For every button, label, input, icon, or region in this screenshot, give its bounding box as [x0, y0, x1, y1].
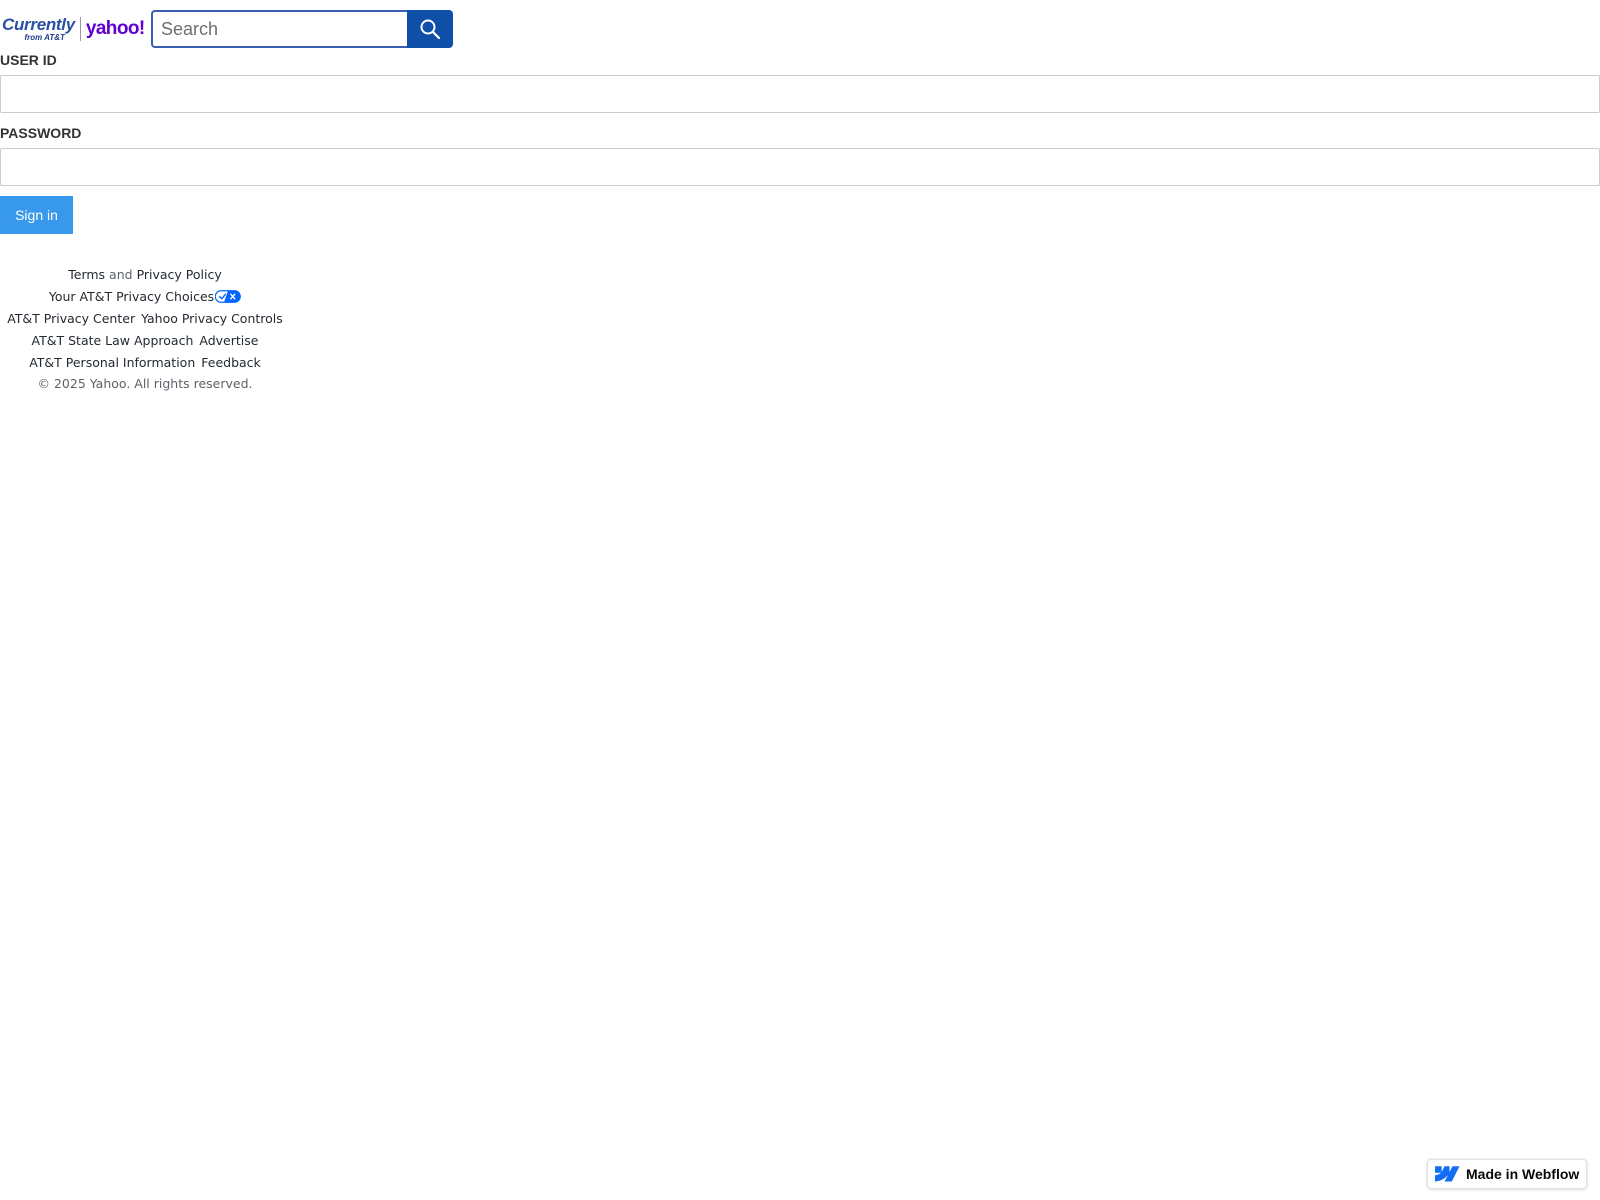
sign-in-button[interactable]: Sign in: [0, 196, 73, 234]
footer-and-text: and: [109, 267, 133, 282]
user-id-input[interactable]: [0, 75, 1600, 113]
search-button[interactable]: [407, 10, 453, 48]
privacy-choices-label: Your AT&T Privacy Choices: [48, 289, 215, 304]
header: Currently from AT&T yahoo!: [0, 0, 1600, 56]
att-state-law-link[interactable]: AT&T State Law Approach: [32, 333, 194, 348]
currently-logo: Currently from AT&T: [2, 16, 75, 42]
currently-logo-text: Currently: [2, 15, 75, 34]
search-bar: [151, 10, 453, 48]
footer-row-terms: Terms and Privacy Policy: [0, 264, 290, 286]
footer-row-personal-info: AT&T Personal Information Feedback: [0, 352, 290, 374]
footer-row-privacy-center: AT&T Privacy Center Yahoo Privacy Control…: [0, 308, 290, 330]
advertise-link[interactable]: Advertise: [199, 333, 258, 348]
privacy-choices-icon: [215, 290, 241, 303]
feedback-link[interactable]: Feedback: [201, 355, 261, 370]
search-input[interactable]: [151, 10, 407, 48]
search-icon: [420, 19, 441, 40]
logo-divider: [79, 17, 81, 41]
footer-row-privacy-choices: Your AT&T Privacy Choices: [0, 286, 290, 308]
terms-link[interactable]: Terms: [68, 267, 105, 282]
att-personal-information-link[interactable]: AT&T Personal Information: [29, 355, 195, 370]
att-privacy-center-link[interactable]: AT&T Privacy Center: [7, 311, 135, 326]
made-in-webflow-badge[interactable]: Made in Webflow: [1427, 1159, 1587, 1189]
yahoo-privacy-controls-link[interactable]: Yahoo Privacy Controls: [141, 311, 283, 326]
user-id-label: USER ID: [0, 52, 57, 68]
footer-row-state-law: AT&T State Law Approach Advertise: [0, 330, 290, 352]
privacy-policy-link[interactable]: Privacy Policy: [137, 267, 222, 282]
copyright-text: © 2025 Yahoo. All rights reserved.: [37, 376, 253, 391]
made-in-webflow-label: Made in Webflow: [1466, 1166, 1580, 1182]
privacy-choices-link[interactable]: Your AT&T Privacy Choices: [49, 289, 241, 304]
webflow-logo-icon: [1435, 1166, 1460, 1182]
currently-logo-subtext: from AT&T: [24, 33, 65, 42]
currently-yahoo-logo[interactable]: Currently from AT&T yahoo!: [2, 14, 145, 44]
password-input[interactable]: [0, 148, 1600, 186]
yahoo-logo-text: yahoo!: [85, 18, 145, 39]
footer: Terms and Privacy Policy Your AT&T Priva…: [0, 264, 290, 394]
password-label: PASSWORD: [0, 125, 82, 141]
